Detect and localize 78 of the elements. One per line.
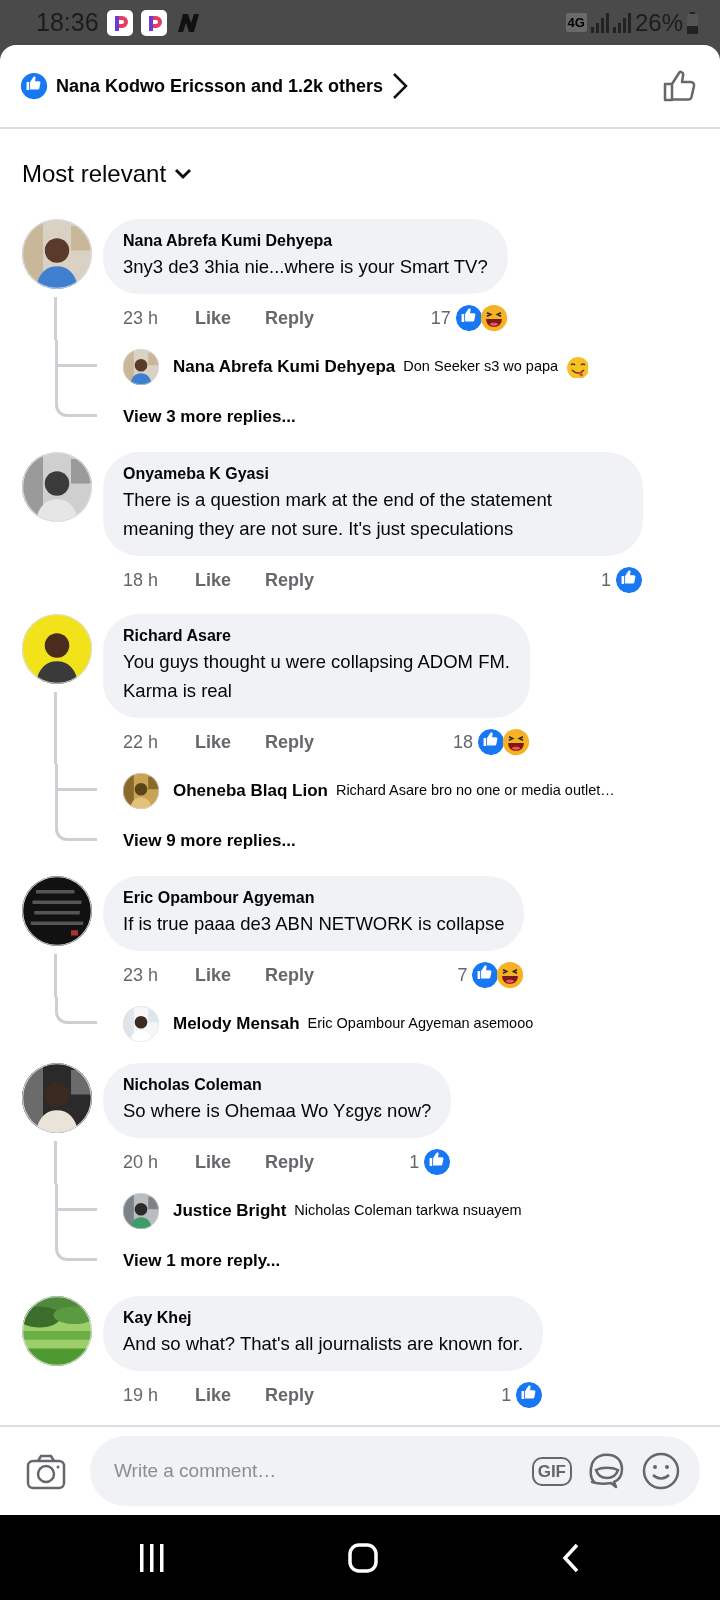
comment-text: So where is Ohemaa Wo Yɛgyɛ now?	[123, 1099, 432, 1123]
laughing-reaction-icon	[479, 304, 508, 332]
like-reaction-icon	[454, 304, 483, 332]
reaction-count: 1	[409, 1150, 420, 1174]
tongue-emoji-icon	[566, 356, 589, 378]
reply-button[interactable]: Reply	[265, 566, 315, 594]
laughing-reaction-icon	[502, 728, 530, 756]
reply-text: Don Seeker s3 wo papa	[403, 357, 559, 377]
view-more-replies-link[interactable]: View 9 more replies...	[103, 818, 302, 864]
author-name[interactable]: Justice Bright	[173, 1198, 287, 1224]
author-name[interactable]: Nana Abrefa Kumi Dehyepa	[173, 354, 396, 380]
reaction-count: 7	[457, 963, 468, 987]
author-name[interactable]: Onyameba K Gyasi	[123, 463, 623, 485]
like-button[interactable]: Like	[195, 1148, 232, 1176]
comment-text: And so what? That's all journalists are known for.	[123, 1332, 524, 1356]
author-name[interactable]: Nicholas Coleman	[123, 1074, 432, 1096]
comment-text: 3ny3 de3 3hia nie...where is your Smart TV?	[123, 255, 488, 279]
like-button[interactable]: Like	[195, 961, 232, 989]
app-icon	[106, 9, 133, 36]
timestamp: 19 h	[123, 1383, 160, 1407]
thread-line	[54, 954, 57, 997]
like-reaction-icon	[477, 728, 505, 756]
reply-button[interactable]: Reply	[265, 961, 315, 989]
like-reaction-icon	[615, 566, 643, 594]
gif-button[interactable]: GIF	[531, 1456, 572, 1486]
reply-text: Eric Opambour Agyeman asemooo	[307, 1014, 534, 1034]
comment-text: You guys thought u were collapsing ADOM FM. Karma is real	[123, 650, 510, 703]
reply-text: Nicholas Coleman tarkwa nsuayem	[294, 1201, 522, 1221]
emoji-icon[interactable]	[642, 1452, 680, 1490]
like-reaction-icon	[423, 1148, 452, 1176]
like-reaction-icon	[515, 1381, 544, 1409]
comment-input-field[interactable]: Write a comment… GIF	[90, 1436, 700, 1506]
timestamp: 18 h	[123, 568, 160, 592]
network-type: 4G	[565, 12, 587, 33]
likers-link[interactable]: Nana Kodwo Ericsson and 1.2k others	[56, 72, 384, 100]
chevron-right-icon[interactable]	[391, 72, 410, 100]
like-button[interactable]: Like	[195, 728, 232, 756]
timestamp: 23 h	[123, 963, 160, 987]
laughing-reaction-icon	[496, 961, 525, 989]
author-name[interactable]: Nana Abrefa Kumi Dehyepa	[123, 230, 488, 252]
thread-connector	[55, 997, 97, 1024]
reaction-count: 17	[430, 306, 451, 330]
reply-button[interactable]: Reply	[265, 1148, 315, 1176]
timestamp: 23 h	[123, 306, 160, 330]
back-icon[interactable]	[562, 1542, 580, 1573]
author-name[interactable]: Richard Asare	[123, 625, 510, 647]
battery-icon	[687, 11, 698, 34]
comment-text: If is true paaa de3 ABN NETWORK is collapse	[123, 912, 505, 936]
author-name[interactable]: Kay Khej	[123, 1307, 524, 1329]
reaction-count: 1	[501, 1383, 512, 1407]
author-name[interactable]: Eric Opambour Agyeman	[123, 887, 505, 909]
signal-icon	[590, 12, 609, 33]
like-button[interactable]: Like	[195, 566, 232, 594]
reply-button[interactable]: Reply	[265, 304, 315, 332]
home-icon[interactable]	[348, 1542, 378, 1573]
signal-icon	[612, 12, 631, 33]
camera-icon[interactable]	[26, 1452, 66, 1490]
reply-button[interactable]: Reply	[265, 1381, 315, 1409]
timestamp: 22 h	[123, 730, 160, 754]
reaction-count: 18	[452, 730, 473, 754]
author-name[interactable]: Melody Mensah	[173, 1011, 300, 1037]
chevron-down-icon	[174, 167, 193, 181]
app-icon	[140, 9, 167, 36]
like-button[interactable]: Like	[195, 304, 232, 332]
view-more-replies-link[interactable]: View 1 more reply...	[103, 1238, 287, 1284]
sticker-icon[interactable]	[588, 1452, 626, 1490]
timestamp: 20 h	[123, 1150, 160, 1174]
like-button[interactable]: Like	[195, 1381, 232, 1409]
sort-dropdown[interactable]: Most relevant	[0, 129, 720, 219]
like-reaction-icon	[471, 961, 500, 989]
comment-text: There is a question mark at the end of the statement meaning they are not sure. It's just speculations	[123, 488, 553, 541]
view-more-replies-link[interactable]: View 3 more replies...	[103, 394, 302, 440]
author-name[interactable]: Oheneba Blaq Lion	[173, 778, 328, 804]
reaction-count: 1	[601, 568, 611, 592]
reply-button[interactable]: Reply	[265, 728, 315, 756]
recent-apps-icon[interactable]	[140, 1543, 164, 1572]
like-icon	[20, 72, 48, 100]
reply-text: Richard Asare bro no one or media outlet…	[335, 781, 615, 801]
